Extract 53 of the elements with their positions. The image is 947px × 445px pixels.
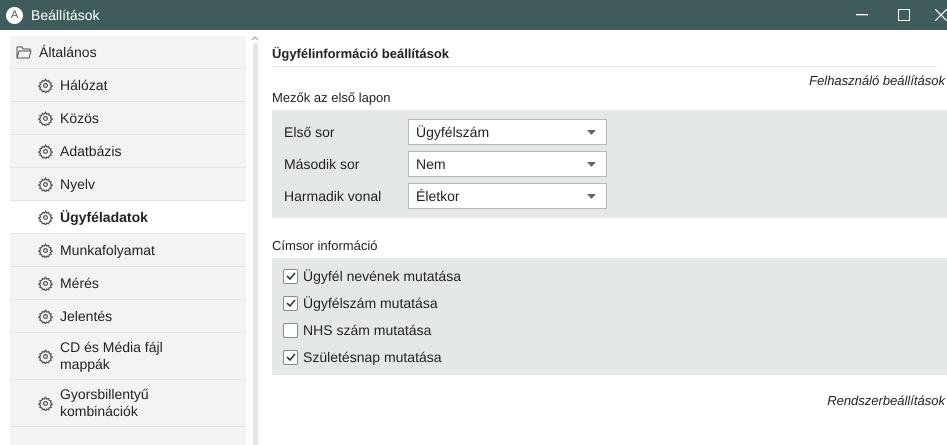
- close-icon: [935, 9, 947, 21]
- scroll-up-icon: [251, 36, 259, 41]
- checkmark-icon: [286, 299, 296, 307]
- gear-icon: [38, 396, 53, 410]
- sidebar-item[interactable]: Adatbázis: [10, 135, 246, 168]
- gear-icon: [38, 210, 53, 224]
- checkmark-icon: [286, 353, 296, 361]
- sidebar-item[interactable]: Általános: [10, 36, 246, 69]
- checkbox[interactable]: [283, 322, 298, 338]
- folder-icon: [16, 46, 32, 58]
- sidebar-item[interactable]: CD és Média fájl mappák: [10, 333, 246, 380]
- sidebar-item[interactable]: Jelentés: [10, 300, 246, 333]
- sidebar-item[interactable]: Munkafolyamat: [10, 234, 246, 267]
- caret-icon: [587, 162, 596, 166]
- checkbox-label: Ügyfél nevének mutatása: [303, 268, 461, 284]
- checkbox-label: Ügyfélszám mutatása: [303, 295, 438, 311]
- group-heading: Mezők az első lapon: [272, 90, 392, 105]
- checkmark-icon: [286, 272, 296, 280]
- caret-icon: [587, 194, 596, 198]
- window-title: Beállítások: [31, 7, 100, 23]
- dropdown[interactable]: Életkor: [408, 183, 607, 209]
- group-heading: Címsor információ: [272, 238, 378, 253]
- checkbox[interactable]: [283, 350, 298, 364]
- field-label: Második sor: [283, 156, 360, 172]
- maximize-icon: [898, 9, 910, 21]
- sidebar-item[interactable]: Ügyféladatok: [10, 201, 246, 234]
- gear-icon: [38, 110, 53, 126]
- caret-icon: [587, 130, 596, 134]
- gear-icon: [38, 348, 53, 364]
- checkbox[interactable]: [283, 268, 298, 284]
- scope-label: Felhasználó beállítások: [808, 72, 946, 88]
- gear-icon: [38, 308, 53, 324]
- sidebar-item[interactable]: Közös: [10, 102, 246, 135]
- section-title: Ügyfélinformáció beállítások: [272, 40, 937, 67]
- sidebar-item[interactable]: Mérés: [10, 267, 246, 300]
- gear-icon: [38, 176, 53, 192]
- checkbox[interactable]: [283, 296, 298, 310]
- sidebar-item[interactable]: Gyorsbillentyű kombinációk: [10, 380, 246, 427]
- gear-icon: [38, 242, 53, 258]
- field-label: Első sor: [283, 124, 336, 140]
- checkbox-label: NHS szám mutatása: [303, 322, 432, 338]
- gear-icon: [38, 78, 53, 92]
- scope-label: Rendszerbeállítások: [826, 392, 946, 408]
- gear-icon: [38, 144, 53, 158]
- dropdown[interactable]: Nem: [408, 151, 607, 177]
- dropdown[interactable]: Ügyfélszám: [408, 119, 607, 145]
- app-logo: A: [6, 6, 23, 24]
- field-label: Harmadik vonal: [283, 188, 382, 204]
- sidebar-item[interactable]: Hálózat: [10, 69, 246, 102]
- gear-icon: [38, 276, 53, 290]
- checkbox-label: Születésnap mutatása: [303, 349, 442, 365]
- minimize-icon: [856, 14, 868, 16]
- scrollbar[interactable]: [250, 36, 260, 445]
